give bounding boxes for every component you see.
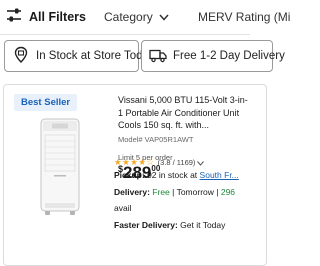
product-title-line: Cools 150 sq. ft. with... [118,120,210,130]
quick-filter-row: In Stock at Store Today Free 1-2 Day Del… [0,40,285,72]
delivery-avail: avail [114,203,132,213]
store-pin-icon [5,46,36,67]
delivery-free: Free [152,187,170,197]
in-stock-today-toggle[interactable]: In Stock at Store Today [4,40,155,72]
in-stock-today-label: In Stock at Store Today [36,50,155,62]
faster-delivery-info: Faster Delivery: Get it Today [114,220,225,230]
rating-stars-icon: ★★★★☆ [114,156,155,167]
rating-row[interactable]: ★★★★☆ (3.8 / 1169) [114,153,205,171]
all-filters-label: All Filters [29,10,86,24]
faster-delivery-label: Faster Delivery: [114,220,178,230]
all-filters-button[interactable]: All Filters [6,8,86,26]
chevron-down-icon [195,153,205,171]
sliders-icon [6,7,22,28]
chevron-down-icon [153,10,169,24]
delivery-label: Delivery: [114,187,150,197]
product-title-line: 1 Portable Air Conditioner Unit [118,107,240,118]
product-title-line: Vissani 5,000 BTU 115-Volt 3-in- [118,95,248,105]
filter-bar: All Filters Category MERV Rating (Mi [0,0,290,35]
delivery-info: Delivery: Free | Tomorrow | 296 [114,187,235,197]
free-delivery-toggle[interactable]: Free 1-2 Day Delivery [141,40,285,72]
free-delivery-label: Free 1-2 Day Delivery [173,50,285,62]
merv-rating-label: MERV Rating (Mi [198,10,291,24]
pickup-info: Pickup: 92 in stock at South Fr... [114,170,239,180]
merv-rating-dropdown[interactable]: MERV Rating (Mi [198,8,290,26]
pickup-store-link[interactable]: South Fr... [200,170,239,180]
pickup-text: 92 in stock at [147,170,198,180]
delivery-timing: | Tomorrow | [172,187,219,197]
product-title-link[interactable]: Vissani 5,000 BTU 115-Volt 3-in- 1 Porta… [118,94,256,132]
delivery-count: 296 [220,187,236,197]
faster-delivery-text: Get it Today [180,220,226,230]
category-dropdown[interactable]: Category [104,8,169,26]
delivery-truck-icon [142,46,173,67]
rating-count: (3.8 / 1169) [157,157,196,167]
pickup-label: Pickup: [114,170,145,180]
delivery-info-continued: avail [114,203,131,213]
best-seller-badge: Best Seller [14,94,78,111]
category-label: Category [104,10,153,24]
model-number: Model# VAP05R1AWT [118,134,194,144]
product-image[interactable] [10,115,110,220]
